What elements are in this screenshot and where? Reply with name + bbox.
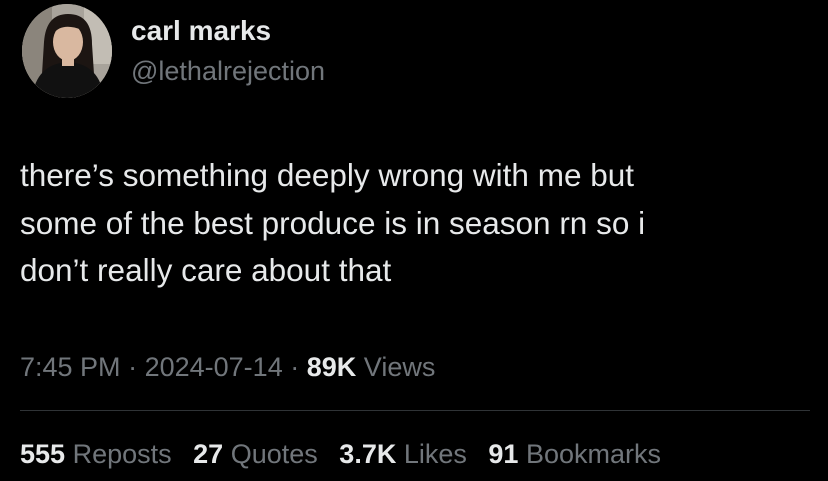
avatar[interactable] [22,4,112,98]
tweet-text: there’s something deeply wrong with me b… [20,152,810,295]
tweet-date[interactable]: 2024-07-14 [145,352,283,382]
tweet-time[interactable]: 7:45 PM [20,352,121,382]
meta-separator: · [290,352,300,382]
tweet-meta: 7:45 PM · 2024-07-14 · 89K Views [20,350,435,384]
likes-label: Likes [403,439,467,469]
tweet-text-line: don’t really care about that [20,252,392,288]
bookmarks-label: Bookmarks [525,439,662,469]
meta-separator: · [128,352,138,382]
engagement-stats: 555 Reposts 27 Quotes 3.7K Likes 91 Book… [20,437,675,471]
quotes-count: 27 [193,439,224,469]
reposts-stat[interactable]: 555 Reposts [20,437,172,471]
bookmarks-count: 91 [488,439,519,469]
author-name[interactable]: carl marks [131,14,271,48]
bookmarks-stat[interactable]: 91 Bookmarks [488,437,661,471]
views-label[interactable]: Views [364,352,436,382]
reposts-count: 555 [20,439,66,469]
avatar-photo [22,4,112,98]
author-handle[interactable]: @lethalrejection [131,55,325,87]
tweet-text-line: some of the best produce is in season rn… [20,204,646,241]
quotes-stat[interactable]: 27 Quotes [193,437,318,471]
divider [20,410,810,411]
views-count[interactable]: 89K [307,352,357,382]
likes-stat[interactable]: 3.7K Likes [339,437,467,471]
quotes-label: Quotes [230,439,318,469]
tweet-text-line: there’s something deeply wrong with me b… [20,157,635,193]
likes-count: 3.7K [339,439,397,469]
reposts-label: Reposts [72,439,172,469]
